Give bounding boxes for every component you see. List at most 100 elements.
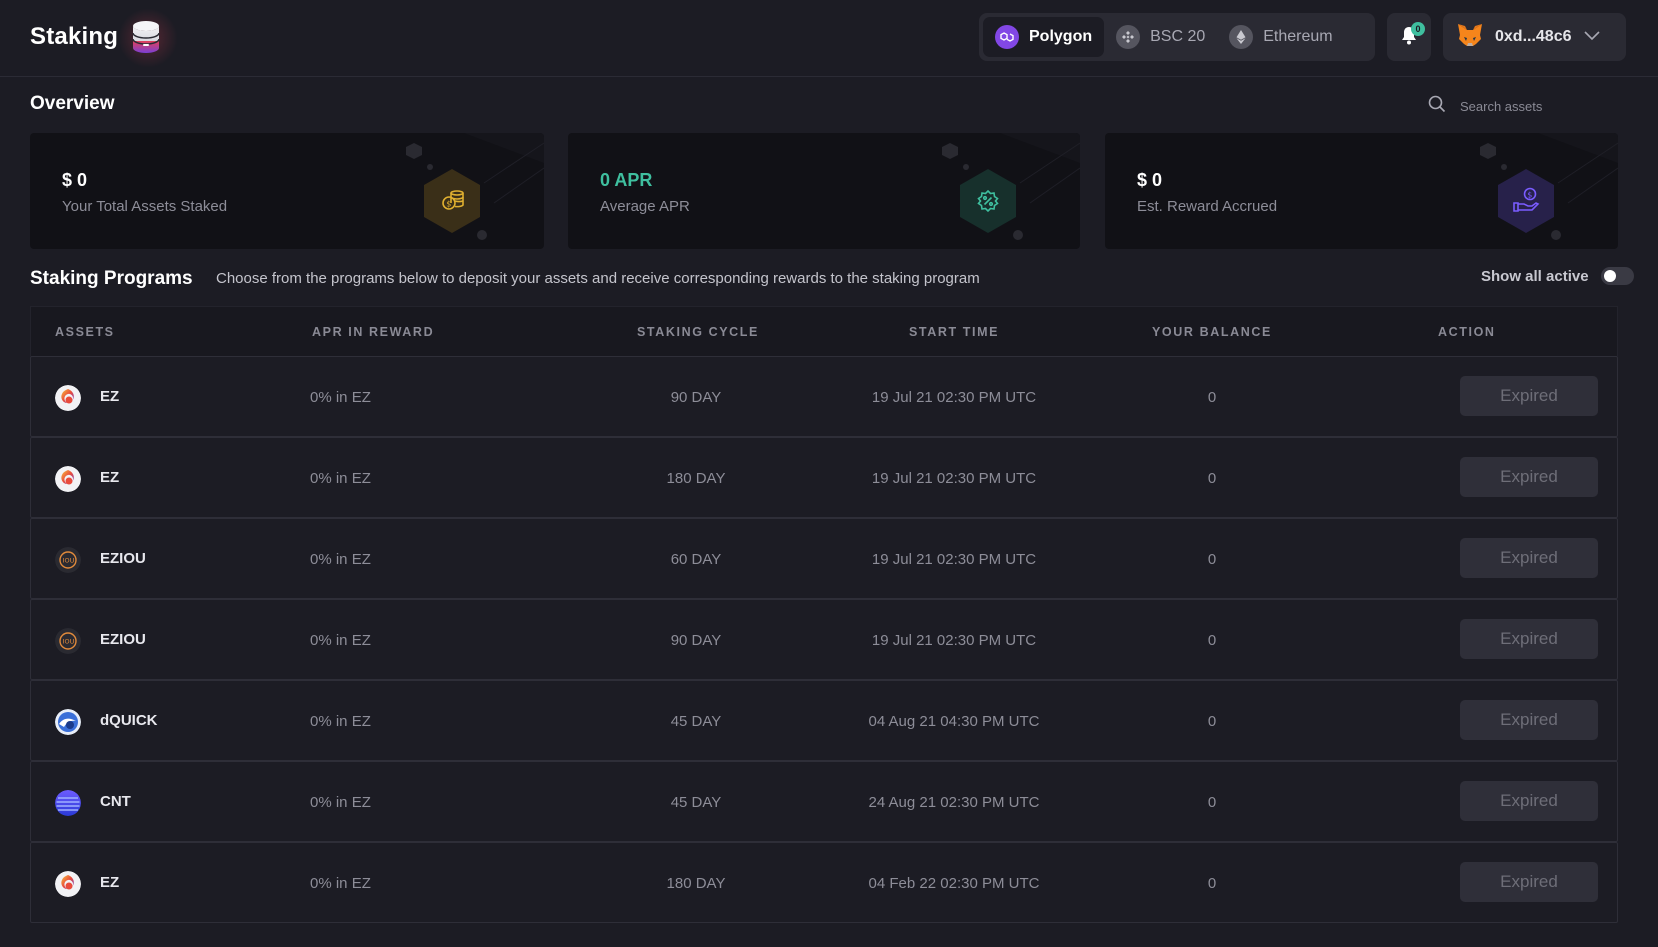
brand: Staking [30,20,160,54]
eziou-token-icon: IOU [55,547,81,573]
network-bsc[interactable]: BSC 20 [1104,17,1217,57]
expired-button[interactable]: Expired [1460,700,1598,740]
toggle-knob [1603,270,1616,282]
staking-programs-description: Choose from the programs below to deposi… [216,270,980,287]
table-row: EZ 0% in EZ 180 DAY 04 Feb 22 02:30 PM U… [30,842,1618,923]
table-row: IOU EZIOU 0% in EZ 90 DAY 19 Jul 21 02:3… [30,599,1618,680]
staking-programs-title: Staking Programs [30,268,193,289]
card-label: Average APR [600,198,690,215]
search-bar [1428,94,1628,118]
apr-value: 0% in EZ [310,632,371,649]
card-value: 0 APR [600,170,653,190]
network-switcher: Polygon BSC 20 Ethereum [979,13,1375,61]
svg-text:$: $ [446,200,451,209]
metamask-fox-icon [1457,23,1483,52]
percent-badge-icon [942,133,1080,240]
table-row: dQUICK 0% in EZ 45 DAY 04 Aug 21 04:30 P… [30,680,1618,761]
apr-value: 0% in EZ [310,875,371,892]
bsc-icon [1116,25,1141,49]
ethereum-icon [1229,25,1254,49]
network-polygon[interactable]: Polygon [983,17,1105,57]
expired-button[interactable]: Expired [1460,376,1598,416]
app-header: Staking Polygon BSC 20 Ethereum 0 0xd...… [0,0,1658,77]
card-label: Est. Reward Accrued [1137,198,1278,215]
wallet-address: 0xd...48c6 [1495,28,1572,45]
svg-text:IOU: IOU [63,638,75,646]
svg-text:IOU: IOU [63,557,75,565]
balance: 0 [1207,551,1217,568]
search-icon[interactable] [1428,95,1446,118]
apr-value: 0% in EZ [310,389,371,406]
apr-value: 0% in EZ [310,794,371,811]
column-header-apr[interactable]: APR IN REWARD [312,325,434,339]
app-title: Staking [30,23,119,50]
notification-count-badge: 0 [1411,22,1425,36]
ez-token-icon [55,466,81,492]
column-header-assets[interactable]: ASSETS [55,325,115,339]
cnt-token-icon [55,790,81,816]
start-time: 19 Jul 21 02:30 PM UTC [871,632,1037,649]
start-time: 19 Jul 21 02:30 PM UTC [871,389,1037,406]
start-time: 04 Feb 22 02:30 PM UTC [868,875,1040,892]
search-input[interactable] [1460,98,1620,114]
balance: 0 [1207,794,1217,811]
staking-cycle: 60 DAY [670,551,722,568]
chevron-down-icon [1583,28,1600,46]
staking-cycle: 45 DAY [670,794,722,811]
expired-button[interactable]: Expired [1460,538,1598,578]
polygon-icon [995,25,1019,49]
table-row: EZ 0% in EZ 180 DAY 19 Jul 21 02:30 PM U… [30,437,1618,518]
card-value: $ 0 [62,170,88,190]
expired-button[interactable]: Expired [1460,457,1598,497]
apr-value: 0% in EZ [310,713,371,730]
column-header-balance[interactable]: YOUR BALANCE [1152,325,1272,339]
column-header-action[interactable]: ACTION [1438,325,1496,339]
toggle-label: Show all active [1481,267,1589,285]
network-label: Ethereum [1263,28,1333,45]
ez-token-icon [55,871,81,897]
asset-name: EZ [100,874,120,891]
start-time: 24 Aug 21 02:30 PM UTC [868,794,1040,811]
ez-token-icon [55,385,81,411]
table-row: EZ 0% in EZ 90 DAY 19 Jul 21 02:30 PM UT… [30,356,1618,437]
network-label: BSC 20 [1150,28,1206,45]
staking-cycle: 180 DAY [666,875,726,892]
eziou-token-icon: IOU [55,628,81,654]
hand-coin-icon: $ [1480,133,1618,240]
svg-text:$: $ [1527,190,1532,199]
staking-cycle: 90 DAY [670,389,722,406]
dquick-token-icon [55,709,81,735]
table-row: IOU EZIOU 0% in EZ 60 DAY 19 Jul 21 02:3… [30,518,1618,599]
card-value: $ 0 [1137,170,1163,190]
network-ethereum[interactable]: Ethereum [1217,17,1344,57]
show-all-active-toggle[interactable] [1600,267,1634,285]
overview-title: Overview [30,93,115,114]
column-header-start-time[interactable]: START TIME [909,325,999,339]
network-label: Polygon [1029,28,1093,45]
balance: 0 [1207,875,1217,892]
average-apr-card: 0 APR Average APR [568,133,1080,249]
asset-name: EZ [100,469,120,486]
notifications-button[interactable]: 0 [1387,13,1431,61]
expired-button[interactable]: Expired [1460,781,1598,821]
total-staked-card: $ 0 Your Total Assets Staked $ [30,133,544,249]
start-time: 19 Jul 21 02:30 PM UTC [871,551,1037,568]
balance: 0 [1207,632,1217,649]
show-all-active-control: Show all active [1481,267,1634,285]
wallet-button[interactable]: 0xd...48c6 [1443,13,1626,61]
staking-cycle: 180 DAY [666,470,726,487]
asset-name: dQUICK [100,712,158,729]
column-header-cycle[interactable]: STAKING CYCLE [637,325,759,339]
expired-button[interactable]: Expired [1460,862,1598,902]
est-reward-card: $ 0 Est. Reward Accrued $ [1105,133,1618,249]
asset-name: EZ [100,388,120,405]
asset-name: EZIOU [100,631,146,648]
apr-value: 0% in EZ [310,551,371,568]
expired-button[interactable]: Expired [1460,619,1598,659]
table-row: CNT 0% in EZ 45 DAY 24 Aug 21 02:30 PM U… [30,761,1618,842]
database-icon [132,20,160,54]
asset-name: CNT [100,793,131,810]
asset-name: EZIOU [100,550,146,567]
coins-icon: $ [406,133,544,240]
table-header: ASSETS APR IN REWARD STAKING CYCLE START… [30,306,1618,356]
